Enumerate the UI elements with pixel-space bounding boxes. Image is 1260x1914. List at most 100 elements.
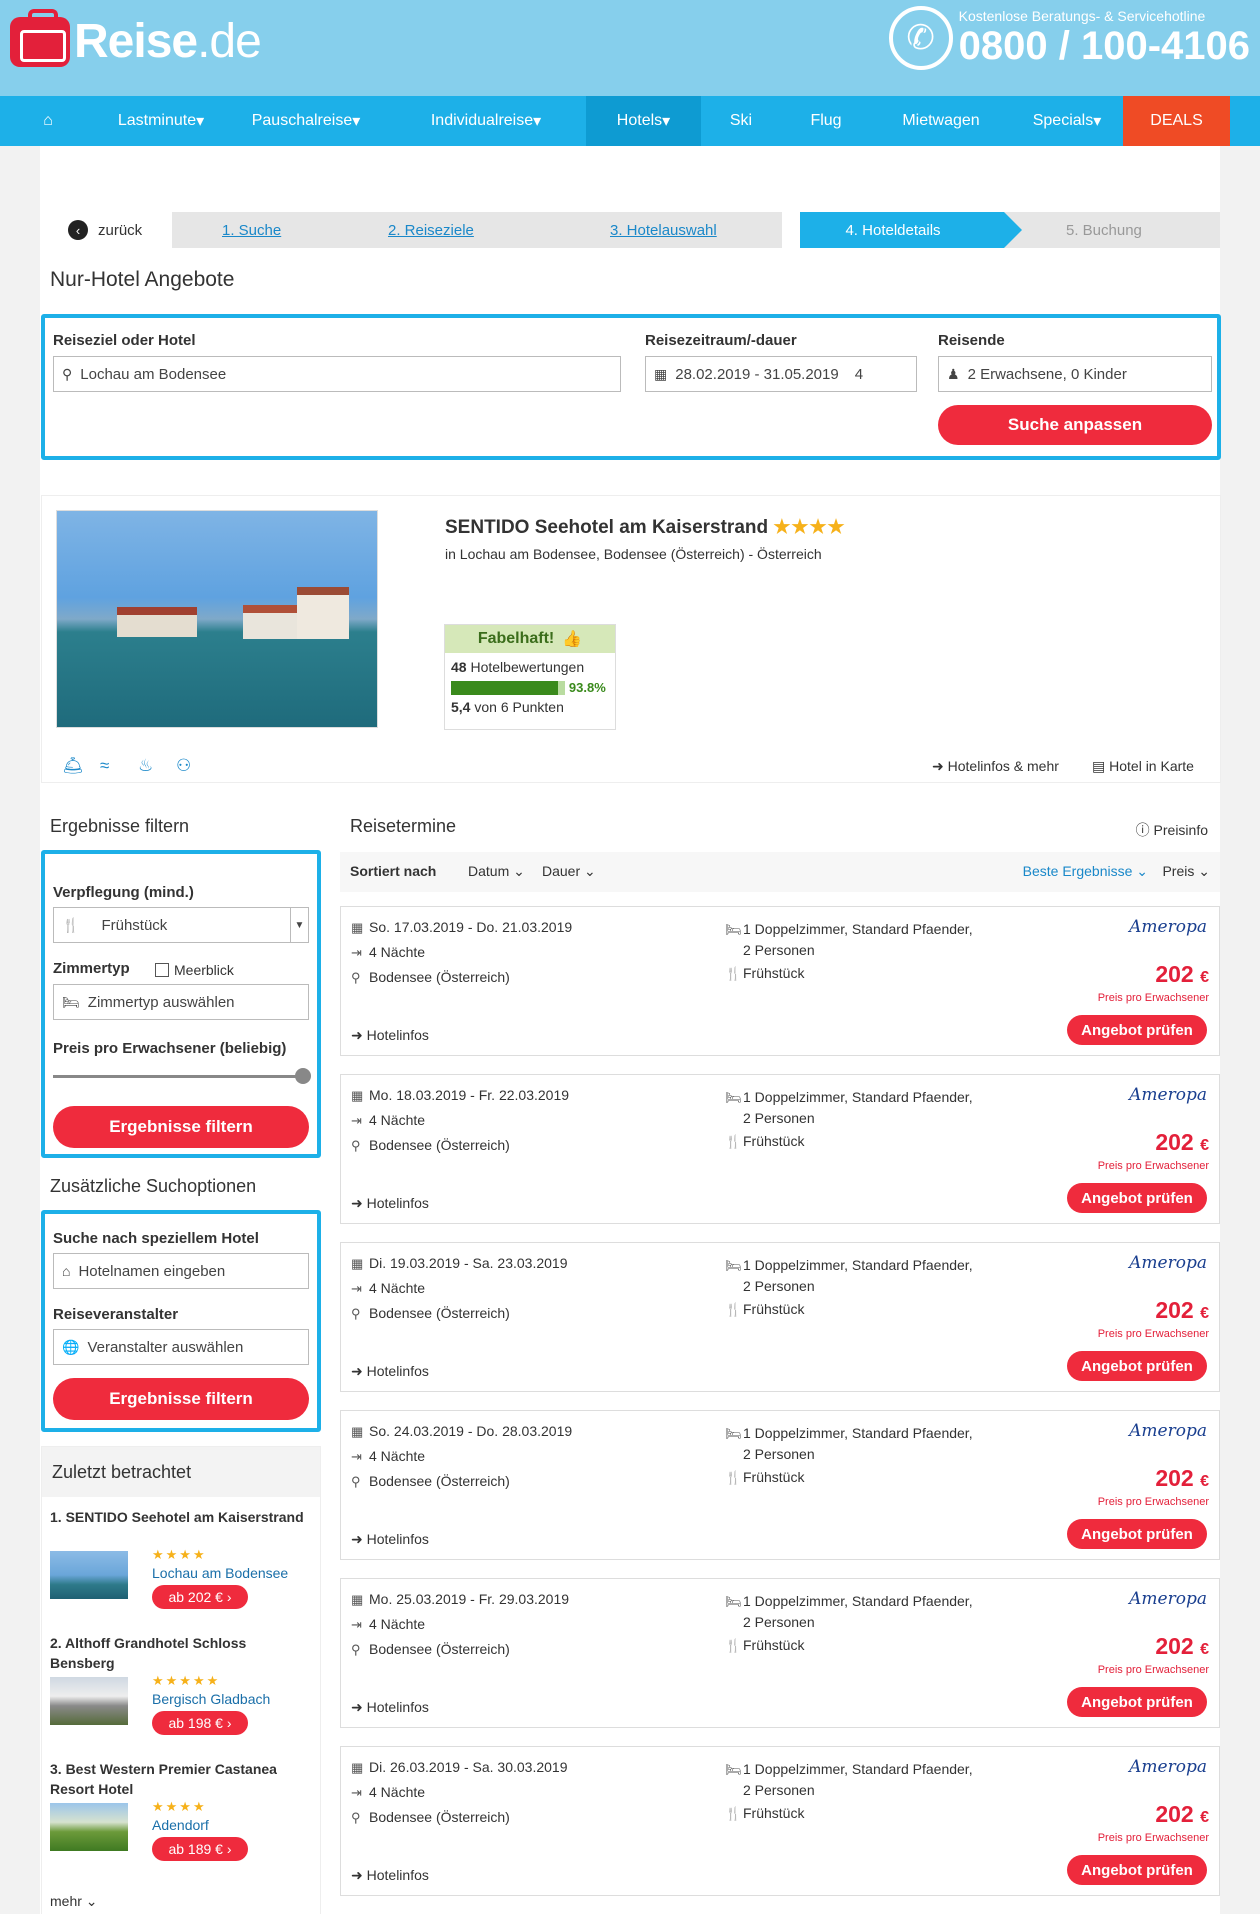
destination-input[interactable]: ⚲ Lochau am Bodensee [53,356,621,392]
moon-icon: ⇥ [351,945,362,960]
more-link[interactable]: mehr ⌄ [50,1893,98,1910]
recent-hotel-name[interactable]: 1. SENTIDO Seehotel am Kaiserstrand [50,1507,310,1527]
operator-input[interactable]: 🌐 Veranstalter auswählen [53,1329,309,1365]
search-submit-button[interactable]: Suche anpassen [938,405,1212,445]
recent-hotel-city[interactable]: Adendorf [152,1817,209,1833]
recent-item[interactable]: 2. Althoff Grandhotel Schloss Bensberg ★… [50,1633,310,1735]
board-select[interactable]: 🍴 Frühstück ▼ [53,907,309,943]
map-pin-icon: ⚲ [351,1642,361,1657]
price-per-adult: Preis pro Erwachsener [1097,1160,1209,1172]
site-logo[interactable]: Reise.de [10,8,262,69]
check-offer-button[interactable]: Angebot prüfen [1067,1183,1207,1213]
calendar-icon: ▦ [654,365,668,382]
price-slider[interactable] [53,1075,303,1078]
cutlery-icon: 🍴 [725,1134,742,1149]
logo-text: Reise.de [74,15,262,68]
result-region: ⚲ Bodensee (Österreich) [351,1137,510,1153]
room-type-input[interactable]: 🛏 Zimmertyp auswählen [53,984,309,1020]
recent-hotel-city[interactable]: Bergisch Gladbach [152,1691,270,1707]
nav-hotels[interactable]: Hotels ▾ [586,96,701,146]
nav-ski[interactable]: Ski [701,96,781,146]
bed-icon: 🛏 [725,1594,742,1609]
recent-price-button[interactable]: ab 202 € › [152,1585,248,1609]
hotel-name-input[interactable]: ⌂ Hotelnamen eingeben [53,1253,309,1289]
site-header: Reise.de ✆ Kostenlose Beratungs- & Servi… [0,0,1260,96]
rating-label: Fabelhaft! 👍 [445,625,615,653]
result-hotelinfo-link[interactable]: ➜ Hotelinfos [351,1699,429,1716]
price-per-adult: Preis pro Erwachsener [1097,1832,1209,1844]
calendar-icon: ▦ [351,1088,364,1103]
slider-handle[interactable] [295,1068,311,1084]
check-offer-button[interactable]: Angebot prüfen [1067,1351,1207,1381]
hotline: ✆ Kostenlose Beratungs- & Servicehotline… [888,6,1250,70]
recently-viewed: Zuletzt betrachtet 1. SENTIDO Seehotel a… [41,1446,321,1914]
main-content: ‹ zurück 1. Suche 2. Reiseziele 3. Hotela… [40,146,1221,1914]
hotel-map-link[interactable]: ▤ Hotel in Karte [1092,758,1194,775]
check-offer-button[interactable]: Angebot prüfen [1067,1015,1207,1045]
extra-submit-button[interactable]: Ergebnisse filtern [53,1378,309,1420]
moon-icon: ⇥ [351,1281,362,1296]
hotel-location: in Lochau am Bodensee, Bodensee (Österre… [445,546,822,562]
step-hotelauswahl[interactable]: 3. Hotelauswahl [552,212,782,248]
chevron-right-icon: ➜ [351,1195,363,1211]
recent-hotel-thumbnail[interactable] [50,1551,128,1599]
recent-hotel-name[interactable]: 2. Althoff Grandhotel Schloss Bensberg [50,1633,310,1673]
result-board: 🍴 Frühstück [725,1805,805,1821]
nav-individualreise[interactable]: Individualreise ▾ [386,96,586,146]
filter-submit-button[interactable]: Ergebnisse filtern [53,1106,309,1148]
check-offer-button[interactable]: Angebot prüfen [1067,1687,1207,1717]
result-price: 202 € [1155,961,1209,987]
recent-price-button[interactable]: ab 189 € › [152,1837,248,1861]
result-dates: ▦ Di. 26.03.2019 - Sa. 30.03.2019 [351,1759,568,1775]
hotel-info-link[interactable]: ➜ Hotelinfos & mehr [932,758,1059,775]
hotline-number[interactable]: 0800 / 100-4106 [959,24,1250,68]
calendar-icon: ▦ [351,920,364,935]
recent-hotel-thumbnail[interactable] [50,1803,128,1851]
cutlery-icon: 🍴 [725,1302,742,1317]
check-offer-button[interactable]: Angebot prüfen [1067,1519,1207,1549]
result-hotelinfo-link[interactable]: ➜ Hotelinfos [351,1867,429,1884]
calendar-icon: ▦ [351,1592,364,1607]
sort-best[interactable]: Beste Ergebnisse ⌄ [1023,863,1148,880]
home-icon[interactable]: ⌂ [0,96,96,146]
recent-price-button[interactable]: ab 198 € › [152,1711,248,1735]
nav-mietwagen[interactable]: Mietwagen [871,96,1011,146]
nav-specials[interactable]: Specials ▾ [1011,96,1123,146]
recent-item[interactable]: 3. Best Western Premier Castanea Resort … [50,1759,310,1861]
result-board: 🍴 Frühstück [725,1469,805,1485]
cutlery-icon: 🍴 [725,1470,742,1485]
nav-deals[interactable]: DEALS [1123,96,1230,146]
booking-steps: ‹ zurück 1. Suche 2. Reiseziele 3. Hotela… [68,212,1220,248]
period-input[interactable]: ▦ 28.02.2019 - 31.05.2019 4 [645,356,917,392]
result-price: 202 € [1155,1297,1209,1323]
price-info-link[interactable]: ⓘ Preisinfo [1136,820,1208,840]
back-button[interactable]: ‹ zurück [68,212,142,248]
recent-item[interactable]: 1. SENTIDO Seehotel am Kaiserstrand ★★★★… [50,1507,310,1609]
sort-duration[interactable]: Dauer ⌄ [542,863,596,880]
result-room: 🛏1 Doppelzimmer, Standard Pfaender, 2 Per… [725,1257,973,1294]
nav-flug[interactable]: Flug [781,96,871,146]
bed-icon: 🛏 [62,993,80,1010]
sort-date[interactable]: Datum ⌄ [468,863,525,880]
chevron-down-icon: ▼ [290,908,308,942]
nav-pauschalreise[interactable]: Pauschalreise ▾ [226,96,386,146]
rating-box[interactable]: Fabelhaft! 👍 48 Hotelbewertungen 93.8% 5,… [444,624,616,730]
result-hotelinfo-link[interactable]: ➜ Hotelinfos [351,1363,429,1380]
check-offer-button[interactable]: Angebot prüfen [1067,1855,1207,1885]
result-hotelinfo-link[interactable]: ➜ Hotelinfos [351,1195,429,1212]
hotel-image[interactable] [56,510,378,728]
result-card: ▦ Di. 19.03.2019 - Sa. 23.03.2019 ⇥ 4 Näch… [340,1242,1220,1392]
step-hoteldetails: 4. Hoteldetails [782,212,1022,248]
recent-hotel-thumbnail[interactable] [50,1677,128,1725]
step-suche[interactable]: 1. Suche [172,212,332,248]
recent-hotel-city[interactable]: Lochau am Bodensee [152,1565,288,1581]
step-reiseziele[interactable]: 2. Reiseziele [332,212,552,248]
board-label: Verpflegung (mind.) [53,884,194,901]
nav-lastminute[interactable]: Lastminute ▾ [96,96,226,146]
sort-price[interactable]: Preis ⌄ [1162,863,1210,880]
recent-hotel-name[interactable]: 3. Best Western Premier Castanea Resort … [50,1759,310,1799]
result-hotelinfo-link[interactable]: ➜ Hotelinfos [351,1531,429,1548]
result-hotelinfo-link[interactable]: ➜ Hotelinfos [351,1027,429,1044]
seaview-checkbox[interactable]: Meerblick [155,962,234,978]
travelers-input[interactable]: ♟ 2 Erwachsene, 0 Kinder [938,356,1212,392]
